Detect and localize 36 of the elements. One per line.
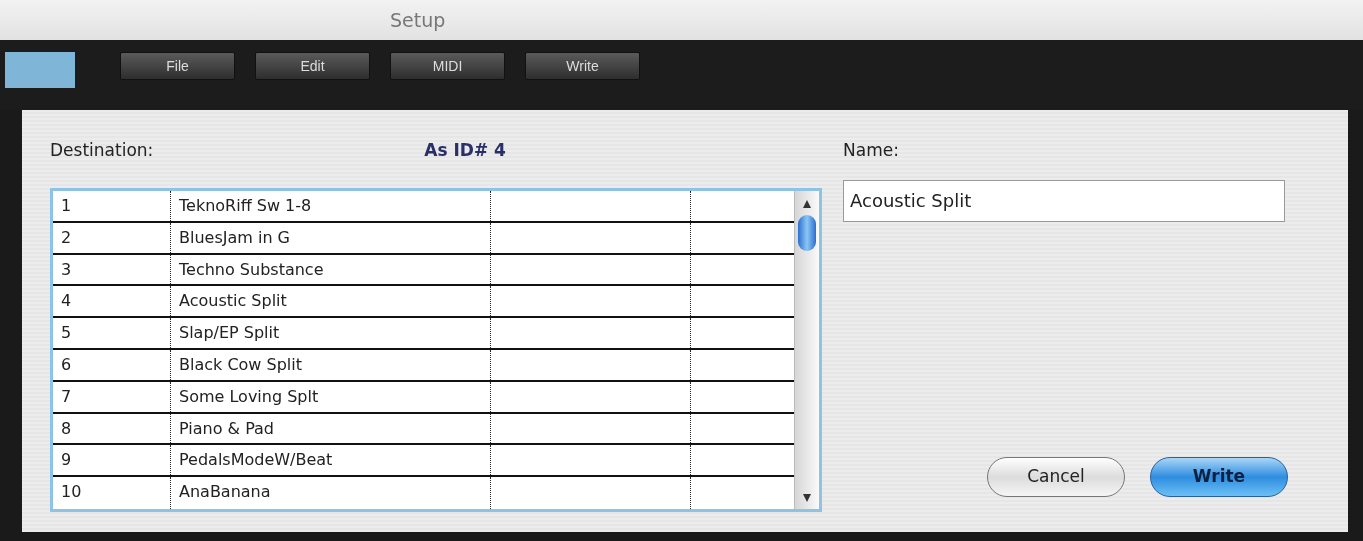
scrollbar[interactable] (794, 191, 819, 509)
toolbar-button[interactable]: MIDI (390, 52, 505, 80)
number-cell[interactable]: 8 (53, 413, 171, 444)
destination-label: Destination: (50, 139, 154, 162)
scroll-up-icon[interactable] (802, 199, 812, 209)
panel-background (5, 52, 75, 88)
id-label: As ID# 4 (424, 139, 506, 162)
number-cell[interactable]: 4 (53, 286, 171, 317)
write-button[interactable]: Write (1150, 457, 1288, 497)
name-cell[interactable]: Slap/EP Split (171, 318, 491, 348)
number-cell[interactable]: 5 (53, 318, 171, 348)
window-title: Setup (390, 7, 446, 33)
number-cell[interactable]: 2 (53, 222, 171, 253)
name-cell[interactable]: PedalsModeW/Beat (171, 445, 491, 476)
toolbar-button[interactable]: File (120, 52, 235, 80)
name-cell[interactable]: Techno Substance (171, 254, 491, 285)
name-field[interactable]: Acoustic Split (843, 179, 1285, 222)
scroll-thumb[interactable] (798, 215, 816, 251)
scroll-down-icon[interactable] (802, 493, 812, 503)
name-label: Name: (843, 139, 900, 162)
name-cell[interactable]: Piano & Pad (171, 413, 491, 444)
number-cell[interactable]: 10 (53, 477, 171, 509)
name-cell[interactable]: Some Loving Splt (171, 381, 491, 412)
toolbar-button[interactable]: Edit (255, 52, 370, 80)
number-cell[interactable]: 3 (53, 254, 171, 285)
number-cell[interactable]: 7 (53, 381, 171, 412)
name-cell[interactable]: TeknoRiff Sw 1-8 (171, 191, 491, 221)
number-cell[interactable]: 1 (53, 191, 171, 221)
name-cell[interactable]: AnaBanana (171, 477, 491, 509)
name-cell[interactable]: BluesJam in G (171, 222, 491, 253)
number-cell[interactable]: 9 (53, 445, 171, 476)
toolbar-button[interactable]: Write (525, 52, 640, 80)
cancel-button[interactable]: Cancel (987, 457, 1125, 497)
name-cell[interactable]: Black Cow Split (171, 350, 491, 380)
name-cell[interactable]: Acoustic Split (171, 286, 491, 317)
number-cell[interactable]: 6 (53, 350, 171, 380)
